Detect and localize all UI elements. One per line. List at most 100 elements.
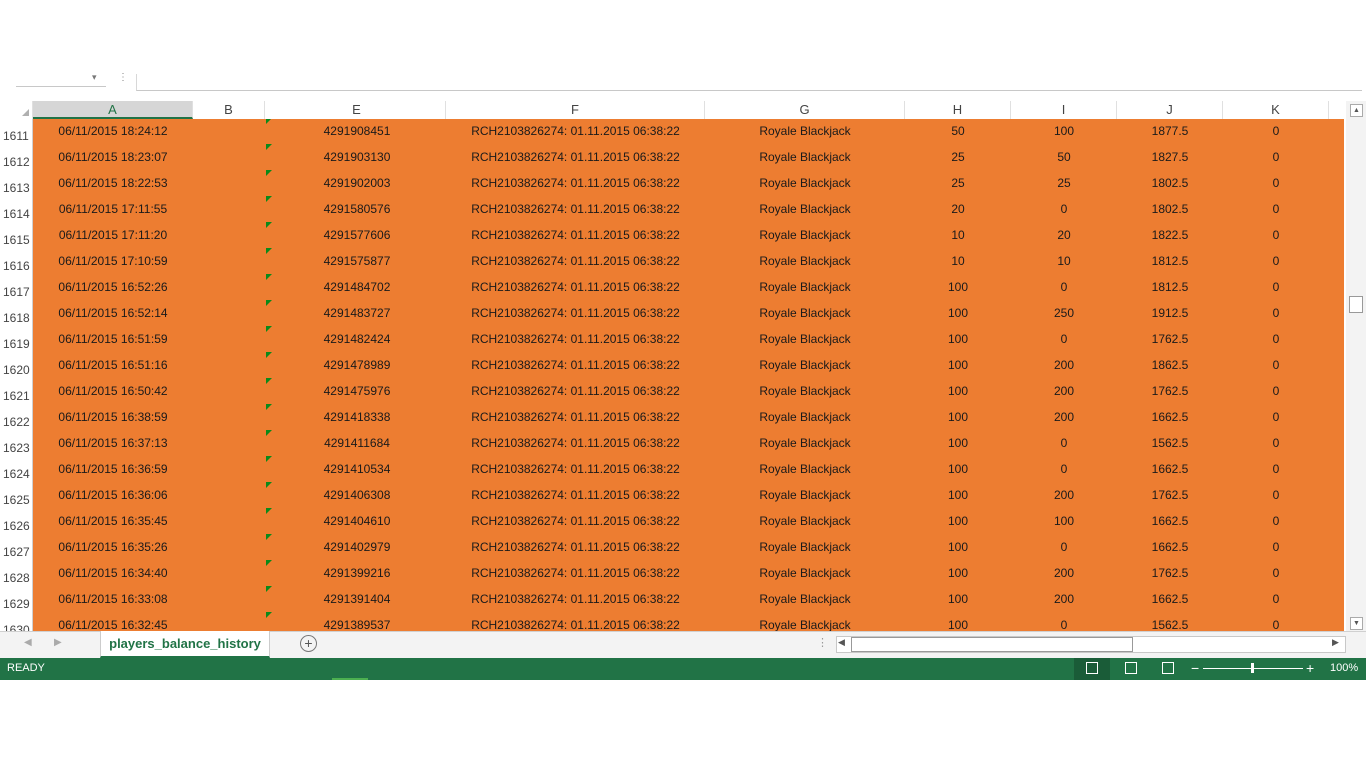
zoom-in-icon[interactable]: + bbox=[1306, 660, 1314, 676]
cell-k[interactable]: 0 bbox=[1223, 119, 1329, 145]
error-indicator-icon[interactable] bbox=[266, 586, 272, 592]
cell-j[interactable]: 1877.5 bbox=[1117, 119, 1223, 145]
cell-f[interactable]: RCH2103826274: 01.11.2015 06:38:22 bbox=[446, 509, 705, 535]
cell-k[interactable]: 0 bbox=[1223, 431, 1329, 457]
normal-view-icon[interactable] bbox=[1086, 662, 1098, 674]
column-header-a[interactable]: A bbox=[33, 101, 193, 119]
cell-k[interactable]: 0 bbox=[1223, 509, 1329, 535]
cell-e[interactable]: 4291577606 bbox=[268, 223, 446, 249]
cell-i[interactable]: 0 bbox=[1011, 327, 1117, 353]
row-number[interactable]: 1623 bbox=[0, 431, 33, 457]
cell-h[interactable]: 20 bbox=[905, 197, 1011, 223]
cell-j[interactable]: 1827.5 bbox=[1117, 145, 1223, 171]
cell-g[interactable]: Royale Blackjack bbox=[705, 249, 905, 275]
cell-j[interactable]: 1812.5 bbox=[1117, 249, 1223, 275]
cell-g[interactable]: Royale Blackjack bbox=[705, 405, 905, 431]
cell-i[interactable]: 0 bbox=[1011, 535, 1117, 561]
cell-i[interactable]: 100 bbox=[1011, 119, 1117, 145]
page-break-view-icon[interactable] bbox=[1162, 662, 1174, 674]
row-number[interactable]: 1614 bbox=[0, 197, 33, 223]
cell-e[interactable]: 4291411684 bbox=[268, 431, 446, 457]
zoom-out-icon[interactable]: − bbox=[1191, 660, 1199, 676]
cell-f[interactable]: RCH2103826274: 01.11.2015 06:38:22 bbox=[446, 171, 705, 197]
cell-a[interactable]: 06/11/2015 17:11:20 bbox=[33, 223, 193, 249]
row-number[interactable]: 1617 bbox=[0, 275, 33, 301]
cell-e[interactable]: 4291908451 bbox=[268, 119, 446, 145]
cell-f[interactable]: RCH2103826274: 01.11.2015 06:38:22 bbox=[446, 483, 705, 509]
cell-g[interactable]: Royale Blackjack bbox=[705, 275, 905, 301]
cell-j[interactable]: 1802.5 bbox=[1117, 171, 1223, 197]
cell-j[interactable]: 1662.5 bbox=[1117, 457, 1223, 483]
cell-e[interactable]: 4291418338 bbox=[268, 405, 446, 431]
cell-h[interactable]: 100 bbox=[905, 379, 1011, 405]
cell-f[interactable]: RCH2103826274: 01.11.2015 06:38:22 bbox=[446, 353, 705, 379]
row-number[interactable]: 1628 bbox=[0, 561, 33, 587]
cell-h[interactable]: 25 bbox=[905, 145, 1011, 171]
vertical-scrollbar[interactable] bbox=[1346, 101, 1366, 631]
error-indicator-icon[interactable] bbox=[266, 508, 272, 514]
cell-h[interactable]: 100 bbox=[905, 457, 1011, 483]
cell-g[interactable]: Royale Blackjack bbox=[705, 379, 905, 405]
cell-g[interactable]: Royale Blackjack bbox=[705, 353, 905, 379]
sheet-tab-players-balance-history[interactable]: players_balance_history bbox=[100, 631, 270, 658]
row-number[interactable]: 1618 bbox=[0, 301, 33, 327]
cell-a[interactable]: 06/11/2015 16:35:26 bbox=[33, 535, 193, 561]
cell-j[interactable]: 1862.5 bbox=[1117, 353, 1223, 379]
cell-a[interactable]: 06/11/2015 16:36:59 bbox=[33, 457, 193, 483]
cell-a[interactable]: 06/11/2015 16:32:45 bbox=[33, 613, 193, 631]
cell-g[interactable]: Royale Blackjack bbox=[705, 327, 905, 353]
column-header-i[interactable]: I bbox=[1011, 101, 1117, 119]
plus-circle-icon[interactable]: + bbox=[300, 635, 317, 652]
scroll-left-icon[interactable]: ◀ bbox=[838, 637, 845, 648]
cell-k[interactable]: 0 bbox=[1223, 587, 1329, 613]
select-all-button[interactable] bbox=[0, 101, 33, 119]
error-indicator-icon[interactable] bbox=[266, 456, 272, 462]
row-number[interactable]: 1624 bbox=[0, 457, 33, 483]
column-header-k[interactable]: K bbox=[1223, 101, 1329, 119]
row-number[interactable]: 1613 bbox=[0, 171, 33, 197]
cell-h[interactable]: 100 bbox=[905, 327, 1011, 353]
cell-h[interactable]: 100 bbox=[905, 483, 1011, 509]
cell-a[interactable]: 06/11/2015 17:10:59 bbox=[33, 249, 193, 275]
cell-g[interactable]: Royale Blackjack bbox=[705, 301, 905, 327]
cell-a[interactable]: 06/11/2015 16:52:14 bbox=[33, 301, 193, 327]
cell-f[interactable]: RCH2103826274: 01.11.2015 06:38:22 bbox=[446, 457, 705, 483]
cell-f[interactable]: RCH2103826274: 01.11.2015 06:38:22 bbox=[446, 275, 705, 301]
cell-e[interactable]: 4291475976 bbox=[268, 379, 446, 405]
cell-j[interactable]: 1662.5 bbox=[1117, 405, 1223, 431]
cell-i[interactable]: 10 bbox=[1011, 249, 1117, 275]
cell-a[interactable]: 06/11/2015 16:52:26 bbox=[33, 275, 193, 301]
cell-f[interactable]: RCH2103826274: 01.11.2015 06:38:22 bbox=[446, 379, 705, 405]
row-number[interactable]: 1616 bbox=[0, 249, 33, 275]
cell-a[interactable]: 06/11/2015 16:50:42 bbox=[33, 379, 193, 405]
cell-e[interactable]: 4291903130 bbox=[268, 145, 446, 171]
cell-j[interactable]: 1762.5 bbox=[1117, 483, 1223, 509]
cell-a[interactable]: 06/11/2015 16:34:40 bbox=[33, 561, 193, 587]
cell-k[interactable]: 0 bbox=[1223, 613, 1329, 631]
cell-e[interactable]: 4291482424 bbox=[268, 327, 446, 353]
row-number[interactable]: 1612 bbox=[0, 145, 33, 171]
cell-e[interactable]: 4291404610 bbox=[268, 509, 446, 535]
cell-e[interactable]: 4291580576 bbox=[268, 197, 446, 223]
row-number[interactable]: 1619 bbox=[0, 327, 33, 353]
cell-g[interactable]: Royale Blackjack bbox=[705, 223, 905, 249]
zoom-slider-thumb[interactable] bbox=[1251, 663, 1254, 673]
row-number[interactable]: 1611 bbox=[0, 119, 33, 145]
cell-g[interactable]: Royale Blackjack bbox=[705, 561, 905, 587]
error-indicator-icon[interactable] bbox=[266, 248, 272, 254]
cell-a[interactable]: 06/11/2015 16:37:13 bbox=[33, 431, 193, 457]
error-indicator-icon[interactable] bbox=[266, 352, 272, 358]
cell-j[interactable]: 1562.5 bbox=[1117, 431, 1223, 457]
cell-i[interactable]: 0 bbox=[1011, 275, 1117, 301]
cell-g[interactable]: Royale Blackjack bbox=[705, 587, 905, 613]
cell-f[interactable]: RCH2103826274: 01.11.2015 06:38:22 bbox=[446, 561, 705, 587]
cell-a[interactable]: 06/11/2015 16:35:45 bbox=[33, 509, 193, 535]
cell-f[interactable]: RCH2103826274: 01.11.2015 06:38:22 bbox=[446, 405, 705, 431]
cell-h[interactable]: 100 bbox=[905, 353, 1011, 379]
cell-k[interactable]: 0 bbox=[1223, 535, 1329, 561]
cell-g[interactable]: Royale Blackjack bbox=[705, 509, 905, 535]
error-indicator-icon[interactable] bbox=[266, 274, 272, 280]
cell-g[interactable]: Royale Blackjack bbox=[705, 197, 905, 223]
cell-g[interactable]: Royale Blackjack bbox=[705, 535, 905, 561]
cell-f[interactable]: RCH2103826274: 01.11.2015 06:38:22 bbox=[446, 587, 705, 613]
